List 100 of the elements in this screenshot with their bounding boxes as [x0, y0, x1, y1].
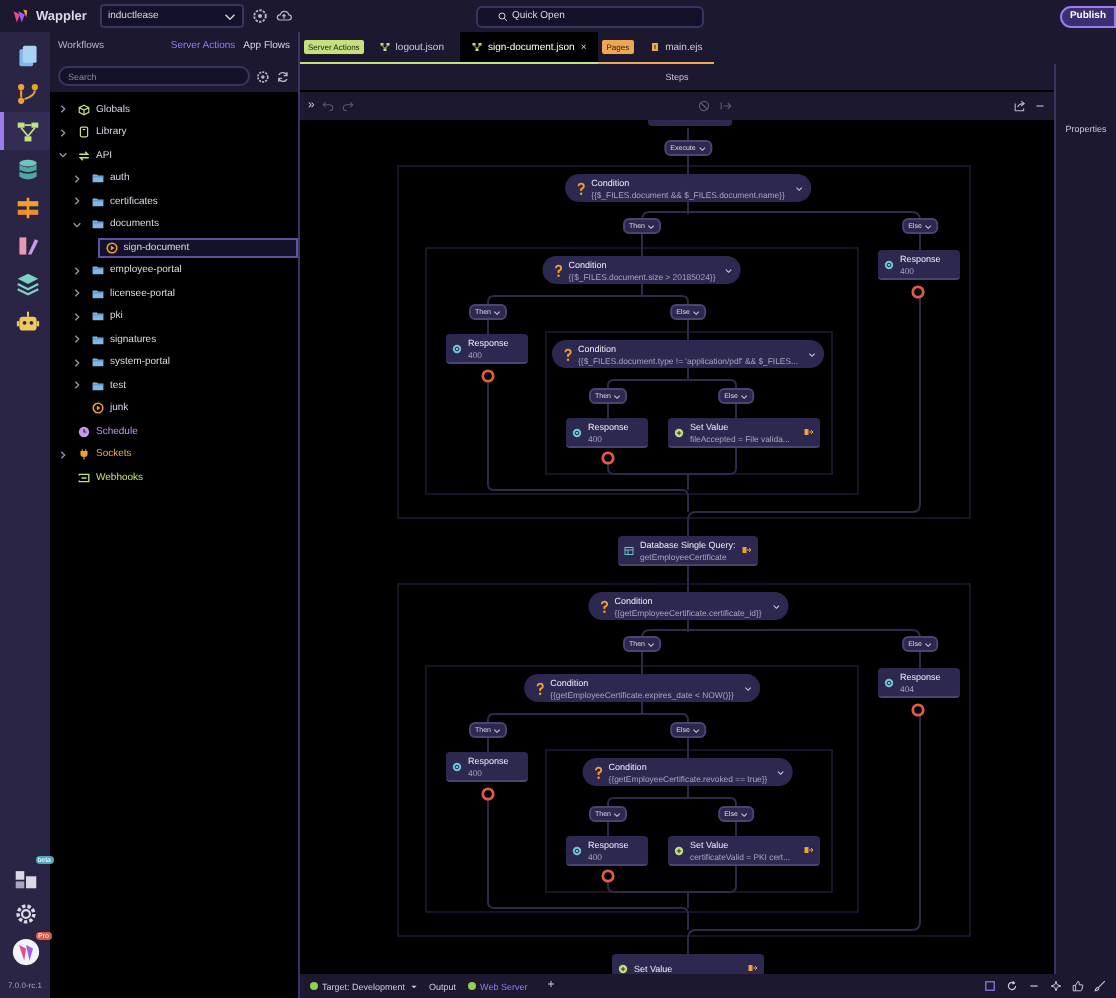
gear-circle-icon [572, 427, 582, 437]
chevron-icon[interactable] [58, 449, 68, 460]
book-icon [78, 126, 90, 139]
table-icon [624, 545, 634, 555]
caret-icon [923, 641, 932, 647]
caret-icon [691, 727, 700, 733]
minimize-icon[interactable] [1028, 980, 1040, 992]
gear-circle-icon [452, 343, 462, 353]
files-icon [15, 43, 39, 67]
flow-icon [15, 119, 39, 143]
end-marker-icon [481, 369, 495, 383]
chevron-icon[interactable] [72, 219, 82, 230]
cloud-upload-icon[interactable] [276, 8, 292, 24]
chevron-icon[interactable] [58, 150, 68, 161]
plus-circle-icon [618, 963, 628, 973]
caret-icon[interactable] [743, 685, 752, 691]
end-marker-icon [911, 285, 925, 299]
chevron-icon[interactable] [72, 334, 82, 345]
caret-icon [739, 811, 748, 817]
minimize-icon[interactable] [1034, 100, 1046, 112]
folder-icon [92, 218, 104, 231]
refresh-icon[interactable] [1006, 980, 1018, 992]
sparkle-icon[interactable] [1050, 980, 1062, 992]
caret-icon [493, 727, 501, 733]
caret-icon [613, 393, 621, 399]
project-icon[interactable] [13, 866, 37, 890]
plus-circle-icon [674, 845, 684, 855]
design-icon [15, 233, 39, 257]
chevron-icon[interactable] [58, 104, 68, 115]
folder-icon [92, 264, 104, 277]
brush-icon[interactable] [1094, 980, 1106, 992]
chevron-icon[interactable] [72, 357, 82, 368]
plus-circle-icon [674, 427, 684, 437]
caret-icon [691, 309, 700, 315]
end-marker-icon [481, 787, 495, 801]
cube-icon [78, 103, 90, 116]
search-icon [498, 11, 508, 21]
avatar-icon[interactable] [11, 938, 39, 966]
settings-icon[interactable] [256, 69, 271, 83]
clock-icon [78, 425, 90, 438]
caret-icon [493, 309, 501, 315]
caret-icon[interactable] [777, 769, 786, 775]
chevron-icon[interactable] [72, 265, 82, 276]
end-marker-icon [601, 451, 615, 465]
folder-icon [92, 310, 104, 323]
chevron-icon[interactable] [58, 127, 68, 138]
folder-icon [92, 379, 104, 392]
flow-icon [471, 42, 482, 52]
caret-icon [224, 11, 236, 21]
gear-circle-icon [884, 677, 894, 687]
robot-icon [15, 309, 39, 333]
logo-icon [12, 8, 28, 24]
gear-circle-icon [452, 761, 462, 771]
question-mark-icon [564, 347, 573, 361]
swap-arrows-icon [78, 149, 90, 162]
end-marker-icon [601, 869, 615, 883]
output-icon [804, 846, 814, 854]
play-circle-icon [92, 402, 104, 415]
caret-icon[interactable] [794, 185, 803, 191]
caret-icon [739, 393, 748, 399]
step-node[interactable] [648, 120, 732, 126]
caret-icon [613, 811, 621, 817]
gear-circle-icon [572, 845, 582, 855]
caret-icon[interactable] [725, 267, 734, 273]
square-icon[interactable] [984, 980, 996, 992]
end-marker-icon [911, 703, 925, 717]
caret-icon [697, 145, 706, 151]
refresh-icon[interactable] [276, 69, 290, 83]
database-icon [15, 157, 39, 181]
chevron-icon[interactable] [72, 173, 82, 184]
chevron-icon[interactable] [72, 311, 82, 322]
play-circle-icon [105, 241, 118, 254]
disable-icon[interactable] [697, 100, 710, 112]
settings-icon[interactable] [252, 8, 268, 24]
gear-circle-icon [884, 259, 894, 269]
export-icon[interactable] [1014, 100, 1026, 112]
branch-icon [15, 81, 39, 105]
folder-icon [92, 287, 104, 300]
caret-icon [923, 223, 932, 229]
activity-bar-item[interactable] [0, 112, 50, 150]
question-mark-icon [536, 681, 545, 695]
settings-icon[interactable] [13, 902, 37, 926]
question-mark-icon [594, 765, 603, 779]
signpost-icon [15, 195, 39, 219]
folder-icon [92, 333, 104, 346]
output-icon [804, 428, 814, 436]
chevron-icon[interactable] [72, 288, 82, 299]
caret-icon[interactable] [771, 603, 780, 609]
chevron-icon[interactable] [72, 196, 82, 207]
caret-icon [647, 641, 655, 647]
status-dot-icon [468, 982, 477, 990]
question-mark-icon [577, 181, 586, 195]
caret-icon[interactable] [807, 351, 816, 357]
question-mark-icon [554, 263, 563, 277]
flow-icon [379, 42, 390, 52]
output-icon [748, 964, 758, 972]
chevron-icon[interactable] [72, 380, 82, 391]
layers-icon [15, 271, 39, 295]
thumbs-up-icon[interactable] [1072, 980, 1084, 992]
folder-icon [92, 195, 104, 208]
